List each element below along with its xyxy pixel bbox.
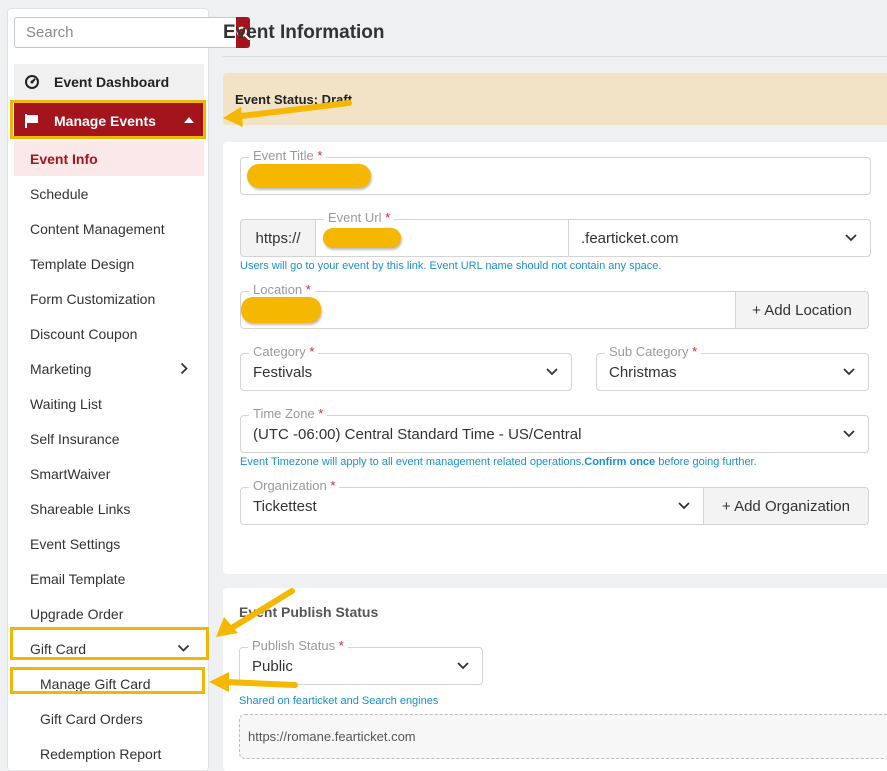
sidebar-item-form-customization[interactable]: Form Customization [14, 281, 204, 316]
sidebar-item-label: Content Management [30, 220, 165, 237]
sidebar-item-label: Marketing [30, 360, 92, 377]
sidebar-item-label: Shareable Links [30, 500, 131, 517]
timezone-select[interactable]: Time Zone * (UTC -06:00) Central Standar… [240, 406, 869, 453]
sidebar-item-template-design[interactable]: Template Design [14, 246, 204, 281]
publish-status-value: Public [252, 657, 293, 675]
sidebar-item-discount-coupon[interactable]: Discount Coupon [14, 316, 204, 351]
subcategory-label: Sub Category * [605, 344, 702, 360]
sidebar-item-email-template[interactable]: Email Template [14, 561, 204, 596]
sidebar-item-event-dashboard[interactable]: Event Dashboard [14, 64, 204, 100]
sidebar-item-self-insurance[interactable]: Self Insurance [14, 421, 204, 456]
caret-up-icon [184, 117, 194, 123]
flag-icon [25, 114, 38, 128]
public-url-box: https://romane.fearticket.com [239, 714, 887, 759]
chevron-down-icon [678, 502, 690, 510]
domain-select[interactable]: .fearticket.com [568, 219, 871, 257]
timezone-label: Time Zone * [249, 406, 328, 422]
sidebar-item-label: Manage Events [54, 113, 156, 129]
redaction-mark [241, 297, 321, 323]
organization-select[interactable]: Organization * Tickettest [240, 478, 704, 525]
event-title-label: Event Title * [249, 148, 327, 164]
sidebar-item-event-info[interactable]: Event Info [14, 141, 204, 176]
timezone-help-text: Event Timezone will apply to all event m… [240, 456, 757, 468]
status-banner: Event Status: Draft [223, 73, 887, 125]
chevron-right-icon [180, 362, 188, 375]
search-bar [14, 17, 250, 48]
publish-status-select[interactable]: Publish Status * Public [239, 638, 483, 685]
url-prefix-addon: https:// [240, 219, 316, 257]
redaction-mark [247, 164, 371, 188]
subcategory-select[interactable]: Sub Category * Christmas [596, 344, 869, 391]
sidebar-item-smartwaiver[interactable]: SmartWaiver [14, 456, 204, 491]
domain-value: .fearticket.com [581, 229, 679, 247]
url-help-text: Users will go to your event by this link… [240, 260, 662, 272]
search-input[interactable] [14, 17, 236, 48]
sidebar-item-label: Self Insurance [30, 430, 120, 447]
publish-card: Event Publish Status Publish Status * Pu… [223, 588, 887, 771]
sidebar-item-label: Waiting List [30, 395, 102, 412]
dashboard-icon [25, 75, 39, 89]
sidebar-item-label: Template Design [30, 255, 135, 272]
public-url: https://romane.fearticket.com [248, 729, 416, 744]
location-label: Location * [249, 282, 315, 298]
sidebar-item-marketing[interactable]: Marketing [14, 351, 204, 386]
sidebar-item-redemption-report[interactable]: Redemption Report [14, 736, 204, 771]
chevron-down-icon [843, 368, 855, 376]
category-value: Festivals [253, 363, 313, 381]
sidebar-item-label: Event Info [30, 150, 98, 167]
sidebar: Event Dashboard Manage Events Event Info… [7, 8, 250, 771]
category-label: Category * [249, 344, 319, 360]
sidebar-item-manage-events[interactable]: Manage Events [14, 103, 204, 139]
add-organization-button[interactable]: + Add Organization [703, 487, 869, 525]
sidebar-item-label: Event Dashboard [54, 74, 170, 90]
chevron-down-icon [457, 662, 469, 670]
sidebar-item-schedule[interactable]: Schedule [14, 176, 204, 211]
sidebar-item-label: Gift Card [30, 640, 87, 657]
sidebar-item-event-settings[interactable]: Event Settings [14, 526, 204, 561]
sidebar-item-label: Redemption Report [40, 745, 162, 762]
chevron-down-icon [843, 430, 855, 438]
chevron-down-icon [845, 234, 857, 242]
redaction-mark [323, 228, 401, 248]
subcategory-value: Christmas [609, 363, 677, 381]
status-text: Event Status: Draft [235, 91, 353, 107]
sidebar-item-label: SmartWaiver [30, 465, 111, 482]
sidebar-item-label: Manage Gift Card [40, 675, 151, 692]
chevron-down-icon [177, 644, 190, 652]
sidebar-item-label: Event Settings [30, 535, 121, 552]
sidebar-item-gift-card[interactable]: Gift Card [14, 631, 204, 666]
timezone-value: (UTC -06:00) Central Standard Time - US/… [253, 425, 582, 443]
sidebar-item-label: Form Customization [30, 290, 156, 307]
section-title: Event Publish Status [239, 604, 379, 620]
sidebar-item-content-management[interactable]: Content Management [14, 211, 204, 246]
event-url-label: Event Url * [324, 210, 395, 226]
publish-help-text: Shared on fearticket and Search engines [239, 695, 439, 707]
event-info-card: Event Title * https:// Event Url * .fear… [223, 142, 887, 574]
sidebar-item-label: Schedule [30, 185, 89, 202]
chevron-down-icon [546, 368, 558, 376]
sidebar-item-manage-gift-card[interactable]: Manage Gift Card [14, 666, 204, 701]
organization-value: Tickettest [253, 497, 317, 515]
add-location-button[interactable]: + Add Location [735, 291, 869, 329]
divider [223, 56, 887, 57]
sidebar-item-upgrade-order[interactable]: Upgrade Order [14, 596, 204, 631]
sidebar-item-label: Gift Card Orders [40, 710, 143, 727]
sidebar-item-waiting-list[interactable]: Waiting List [14, 386, 204, 421]
publish-status-label: Publish Status * [248, 638, 348, 654]
category-select[interactable]: Category * Festivals [240, 344, 572, 391]
sidebar-item-label: Upgrade Order [30, 605, 124, 622]
sidebar-item-shareable-links[interactable]: Shareable Links [14, 491, 204, 526]
organization-label: Organization * [249, 478, 340, 494]
page-title: Event Information [223, 22, 385, 43]
sidebar-item-label: Discount Coupon [30, 325, 138, 342]
sidebar-item-label: Email Template [30, 570, 126, 587]
sidebar-item-gift-card-orders[interactable]: Gift Card Orders [14, 701, 204, 736]
